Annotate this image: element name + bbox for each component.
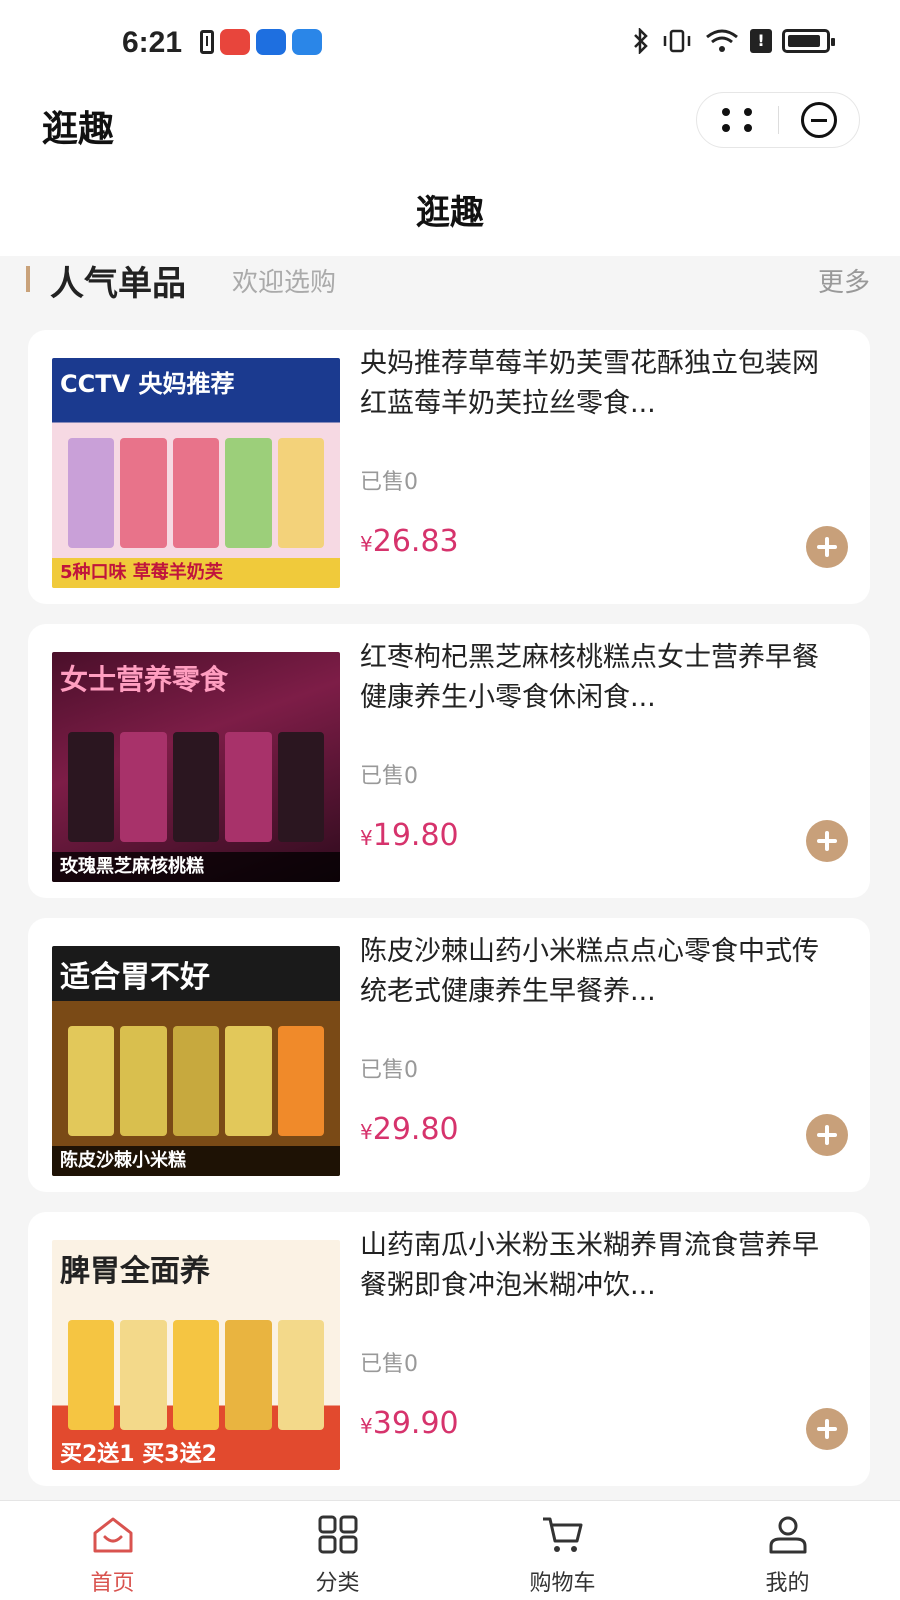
category-grid-icon xyxy=(318,1515,357,1554)
mini-program-capsule xyxy=(696,92,860,148)
battery-alert-icon xyxy=(200,30,214,54)
cloud-notification-icon xyxy=(292,29,322,55)
product-price: ¥29.80 xyxy=(360,1112,459,1147)
more-options-button[interactable] xyxy=(697,92,778,148)
tab-home[interactable]: 首页 xyxy=(0,1501,225,1600)
app-notification-icon xyxy=(256,29,286,55)
app-header: 逛趣 xyxy=(0,86,900,170)
product-price: ¥19.80 xyxy=(360,818,459,853)
product-image-pattern xyxy=(68,1320,324,1430)
tab-label: 我的 xyxy=(765,1571,810,1596)
status-time: 6:21 xyxy=(122,26,183,59)
tab-label: 分类 xyxy=(315,1571,360,1596)
product-card[interactable]: 适合胃不好 陈皮沙棘小米糕 陈皮沙棘山药小米糕点点心零食中式传统老式健康养生早餐… xyxy=(28,918,870,1192)
price-currency: ¥ xyxy=(360,532,373,556)
product-sold-count: 已售0 xyxy=(360,764,418,789)
product-image[interactable]: CCTV 央妈推荐 5种口味 草莓羊奶芙 xyxy=(52,358,340,588)
status-bar: 6:21 ! xyxy=(0,0,900,86)
price-value: 26.83 xyxy=(372,524,459,559)
page-title: 逛趣 xyxy=(416,193,484,233)
product-image-caption: 玫瑰黑芝麻核桃糕 xyxy=(52,852,340,882)
bottom-tab-bar: 首页 分类 购物车 我的 xyxy=(0,1500,900,1600)
product-image-pattern xyxy=(68,732,324,842)
more-dots-icon xyxy=(722,108,753,132)
product-sold-count: 已售0 xyxy=(360,1352,418,1377)
product-image-caption: 买2送1 买3送2 xyxy=(52,1440,340,1470)
product-title[interactable]: 红枣枸杞黑芝麻核桃糕点女士营养早餐健康养生小零食休闲食... xyxy=(360,638,830,718)
product-image[interactable]: 女士营养零食 玫瑰黑芝麻核桃糕 xyxy=(52,652,340,882)
status-notification-icons xyxy=(200,29,322,55)
price-currency: ¥ xyxy=(360,826,373,850)
product-image-banner: 女士营养零食 xyxy=(60,663,229,696)
tab-label: 首页 xyxy=(90,1571,135,1596)
tab-category[interactable]: 分类 xyxy=(225,1501,450,1600)
alert-badge-icon: ! xyxy=(750,29,772,53)
product-title[interactable]: 央妈推荐草莓羊奶芙雪花酥独立包装网红蓝莓羊奶芙拉丝零食... xyxy=(360,344,830,424)
cart-icon xyxy=(542,1517,582,1552)
product-image[interactable]: 适合胃不好 陈皮沙棘小米糕 xyxy=(52,946,340,1176)
product-card[interactable]: CCTV 央妈推荐 5种口味 草莓羊奶芙 央妈推荐草莓羊奶芙雪花酥独立包装网红蓝… xyxy=(28,330,870,604)
price-value: 19.80 xyxy=(372,818,459,853)
product-price: ¥39.90 xyxy=(360,1406,459,1441)
product-sold-count: 已售0 xyxy=(360,470,418,495)
page-heading: 逛趣 xyxy=(0,170,900,256)
add-to-cart-button[interactable] xyxy=(806,1114,848,1156)
price-value: 29.80 xyxy=(372,1112,459,1147)
product-image-banner: CCTV 央妈推荐 xyxy=(60,370,235,398)
app-title: 逛趣 xyxy=(42,109,115,150)
tab-profile[interactable]: 我的 xyxy=(675,1501,900,1600)
add-to-cart-button[interactable] xyxy=(806,526,848,568)
status-system-icons: ! xyxy=(632,28,835,54)
product-image-caption: 陈皮沙棘小米糕 xyxy=(52,1146,340,1176)
close-mini-program-button[interactable] xyxy=(779,92,860,148)
product-image-banner: 脾胃全面养 xyxy=(60,1254,210,1289)
section-more-link[interactable]: 更多 xyxy=(818,262,870,299)
user-icon xyxy=(769,1516,806,1554)
minus-circle-icon xyxy=(800,102,837,138)
product-image[interactable]: 脾胃全面养 买2送1 买3送2 xyxy=(52,1240,340,1470)
product-image-banner: 适合胃不好 xyxy=(60,960,210,995)
section-header: 人气单品 欢迎选购 更多 xyxy=(0,256,900,316)
tab-cart[interactable]: 购物车 xyxy=(450,1501,675,1600)
bluetooth-icon xyxy=(634,28,648,54)
product-sold-count: 已售0 xyxy=(360,1058,418,1083)
app-notification-icon xyxy=(220,29,250,55)
product-card[interactable]: 脾胃全面养 买2送1 买3送2 山药南瓜小米粉玉米糊养胃流食营养早餐粥即食冲泡米… xyxy=(28,1212,870,1486)
product-image-pattern xyxy=(68,438,324,548)
product-title[interactable]: 陈皮沙棘山药小米糕点点心零食中式传统老式健康养生早餐养... xyxy=(360,932,830,1012)
price-value: 39.90 xyxy=(372,1406,459,1441)
add-to-cart-button[interactable] xyxy=(806,820,848,862)
wifi-icon xyxy=(706,29,738,52)
section-subtitle: 欢迎选购 xyxy=(232,268,337,298)
section-title: 人气单品 xyxy=(50,264,186,304)
home-icon xyxy=(93,1517,132,1553)
section-accent-bar xyxy=(26,266,30,292)
product-list: CCTV 央妈推荐 5种口味 草莓羊奶芙 央妈推荐草莓羊奶芙雪花酥独立包装网红蓝… xyxy=(28,330,870,1506)
tab-label: 购物车 xyxy=(529,1571,596,1596)
vibrate-icon xyxy=(663,29,691,53)
product-image-pattern xyxy=(68,1026,324,1136)
product-title[interactable]: 山药南瓜小米粉玉米糊养胃流食营养早餐粥即食冲泡米糊冲饮... xyxy=(360,1226,830,1306)
price-currency: ¥ xyxy=(360,1120,373,1144)
add-to-cart-button[interactable] xyxy=(806,1408,848,1450)
product-price: ¥26.83 xyxy=(360,524,459,559)
product-image-caption: 5种口味 草莓羊奶芙 xyxy=(52,558,340,588)
price-currency: ¥ xyxy=(360,1414,373,1438)
product-card[interactable]: 女士营养零食 玫瑰黑芝麻核桃糕 红枣枸杞黑芝麻核桃糕点女士营养早餐健康养生小零食… xyxy=(28,624,870,898)
battery-icon xyxy=(782,29,835,53)
